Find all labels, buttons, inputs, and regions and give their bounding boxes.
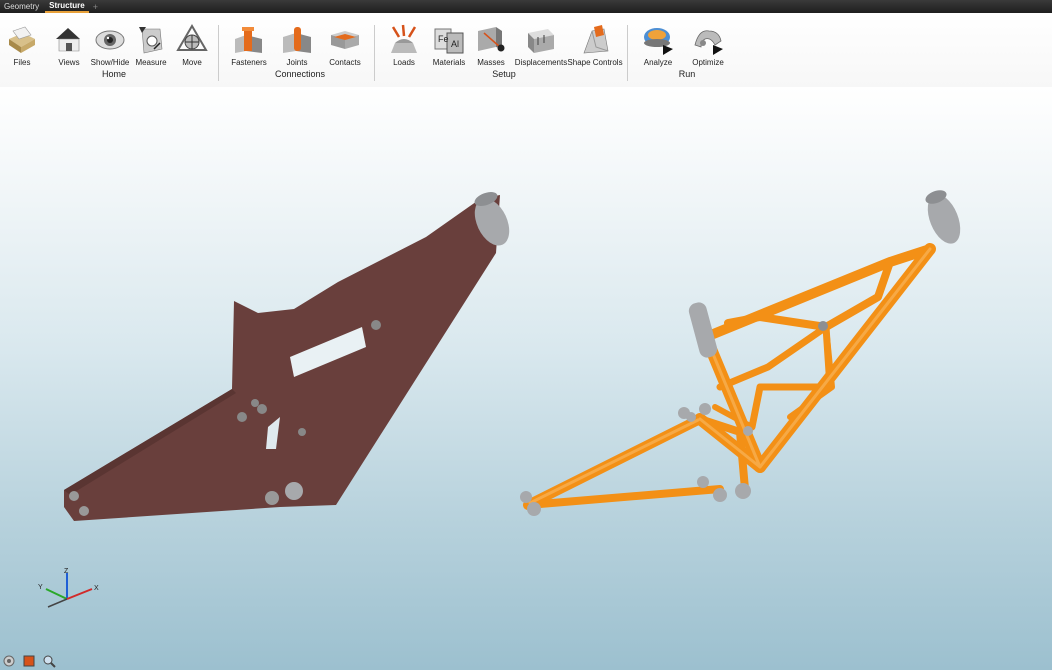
files-label: Files xyxy=(13,58,31,67)
materials-fe-text: Fe xyxy=(438,34,449,44)
axis-z-label: Z xyxy=(64,568,69,575)
group-separator xyxy=(218,25,219,81)
optimized-frame-model[interactable] xyxy=(520,188,967,516)
optimize-button[interactable]: Optimize xyxy=(679,23,737,73)
ribbon-toolbar: Files Views Show/Hide Measure Move Home … xyxy=(0,13,1052,87)
group-home-label: Home xyxy=(101,69,127,79)
contacts-label: Contacts xyxy=(329,58,361,67)
joints-label: Joints xyxy=(286,58,308,67)
tab-structure[interactable]: Structure xyxy=(45,1,89,13)
contacts-button[interactable]: Contacts xyxy=(316,23,374,73)
viewport-controls xyxy=(2,654,56,668)
shape-controls-label: Shape Controls xyxy=(567,58,623,67)
masses-label: Masses xyxy=(477,58,505,67)
contacts-icon xyxy=(331,31,359,49)
axis-x-label: X xyxy=(94,585,99,592)
design-space-model[interactable] xyxy=(64,189,516,521)
shape-controls-icon xyxy=(583,25,609,54)
displacements-label: Displacements xyxy=(514,58,568,67)
move-label: Move xyxy=(182,58,202,67)
measure-label: Measure xyxy=(135,58,167,67)
materials-icon: Fe Al xyxy=(434,28,464,54)
files-icon xyxy=(9,26,35,53)
displacements-icon xyxy=(528,29,554,53)
axis-triad: Z Y X xyxy=(38,568,99,608)
optimize-icon xyxy=(694,30,723,55)
model-viewport[interactable]: Z Y X xyxy=(0,87,1052,670)
masses-icon xyxy=(478,27,505,52)
zoom-fit-icon[interactable] xyxy=(42,654,56,668)
group-separator xyxy=(627,25,628,81)
views-label: Views xyxy=(58,58,80,67)
axis-y-label: Y xyxy=(38,584,43,591)
group-setup-label: Setup xyxy=(492,69,516,79)
document-tab-bar: Geometry Structure + xyxy=(0,0,1052,13)
analyze-label: Analyze xyxy=(643,58,673,67)
optimize-label: Optimize xyxy=(692,58,724,67)
group-run-label: Run xyxy=(678,69,696,79)
display-mode-icon[interactable] xyxy=(22,654,36,668)
materials-al-text: Al xyxy=(451,39,459,49)
loads-label: Loads xyxy=(393,58,415,67)
displacements-button[interactable]: Displacements xyxy=(512,23,570,73)
analyze-icon xyxy=(644,28,673,55)
model-scene xyxy=(64,188,967,521)
shape-controls-button[interactable]: Shape Controls xyxy=(566,23,624,73)
fasteners-label: Fasteners xyxy=(231,58,267,67)
move-button[interactable]: Move xyxy=(163,23,221,73)
group-connections-label: Connections xyxy=(274,69,326,79)
materials-label: Materials xyxy=(432,58,466,67)
loads-icon xyxy=(391,24,417,53)
fasteners-icon xyxy=(235,27,262,53)
add-tab-button[interactable]: + xyxy=(91,2,98,12)
snapshot-icon[interactable] xyxy=(2,654,16,668)
tab-geometry[interactable]: Geometry xyxy=(0,1,43,13)
move-icon xyxy=(176,24,208,51)
joints-icon xyxy=(283,27,311,53)
